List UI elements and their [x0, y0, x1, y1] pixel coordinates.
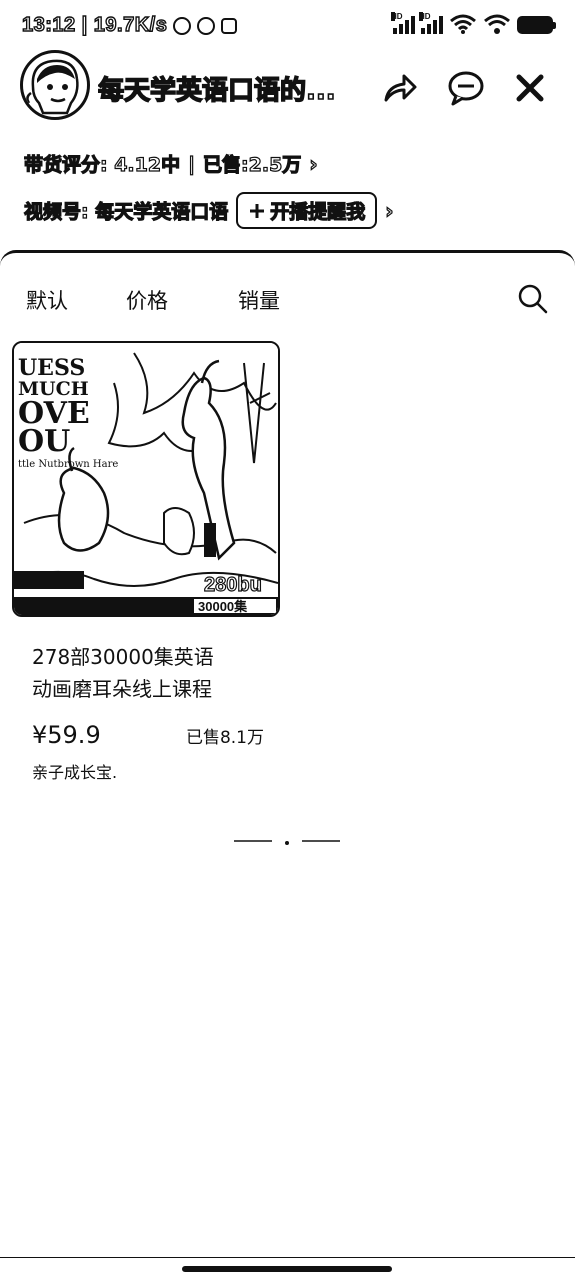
share-button[interactable] — [380, 68, 420, 108]
tab-default[interactable]: 默认 — [26, 285, 126, 315]
product-title-line2: 动画磨耳朵线上课程 — [32, 677, 212, 701]
sold-count: 已售:2.5万 — [202, 153, 302, 176]
product-card[interactable]: UESS MUCH OVE OU ttle Nutbrown Hare 280b… — [12, 341, 282, 783]
status-time: 13:12 — [21, 13, 76, 36]
home-indicator[interactable] — [182, 1266, 392, 1272]
product-title[interactable]: 278部30000集英语 动画磨耳朵线上课程 — [32, 641, 262, 705]
chevron-right-icon: › — [385, 198, 394, 223]
shop-name[interactable]: 亲子成长宝. — [32, 759, 282, 783]
chevron-right-icon: › — [309, 151, 318, 176]
tab-price[interactable]: 价格 — [126, 285, 238, 315]
status-bar: 13:12 | 19.7K/s HD HD — [0, 0, 575, 56]
price-row: ¥59.9 已售8.1万 — [32, 721, 264, 749]
video-account-row: 视频号: 每天学英语口语 开播提醒我 › — [23, 192, 394, 229]
close-icon — [516, 74, 544, 102]
product-image[interactable]: UESS MUCH OVE OU ttle Nutbrown Hare 280b… — [12, 341, 280, 617]
product-list-sheet: 默认 价格 销量 UESS MUCH OVE OU ttle Nutbrown … — [0, 250, 575, 1283]
signal-icon: HD — [391, 12, 415, 34]
battery-icon — [517, 16, 556, 34]
plus-icon — [250, 203, 265, 218]
remind-me-label: 开播提醒我 — [270, 200, 366, 223]
cover-bottom-text: 30000集 — [198, 599, 248, 614]
remind-me-button[interactable]: 开播提醒我 — [236, 192, 378, 229]
meta-divider: | — [187, 152, 196, 175]
product-price: ¥59.9 — [32, 721, 101, 749]
end-of-list-divider — [234, 840, 340, 845]
channel-title[interactable]: 每天学英语口语的... — [98, 70, 358, 107]
app-icon — [221, 17, 238, 34]
wifi-icon — [450, 14, 476, 34]
network-speed: 19.7K/s — [93, 13, 168, 36]
cover-count: 280bu — [204, 574, 262, 596]
alarm-icon — [173, 16, 192, 35]
search-button[interactable] — [517, 283, 549, 315]
signal-icon: HD — [419, 12, 443, 34]
notification-icon — [197, 16, 216, 35]
share-icon — [384, 74, 417, 102]
channel-header: 每天学英语口语的... — [0, 50, 575, 130]
tab-sales[interactable]: 销量 — [238, 285, 280, 315]
search-icon — [518, 284, 548, 314]
cover-text-line5: ttle Nutbrown Hare — [18, 459, 118, 470]
video-account[interactable]: 视频号: 每天学英语口语 — [23, 197, 228, 224]
sort-tabs: 默认 价格 销量 — [26, 285, 280, 315]
product-sold: 已售8.1万 — [185, 728, 264, 748]
wifi-icon — [484, 14, 510, 34]
close-button[interactable] — [510, 68, 550, 108]
status-divider: | — [81, 13, 88, 36]
rating-row[interactable]: 带货评分: 4.12中 | 已售:2.5万 › — [23, 150, 318, 177]
comment-button[interactable] — [446, 68, 486, 108]
avatar[interactable] — [20, 50, 90, 120]
product-title-line1: 278部30000集英语 — [32, 645, 214, 669]
cover-text-line4: OU — [18, 424, 70, 459]
bottom-divider — [0, 1257, 575, 1258]
rating-text: 带货评分: 4.12中 — [23, 153, 181, 176]
chat-bubble-icon — [448, 71, 484, 106]
